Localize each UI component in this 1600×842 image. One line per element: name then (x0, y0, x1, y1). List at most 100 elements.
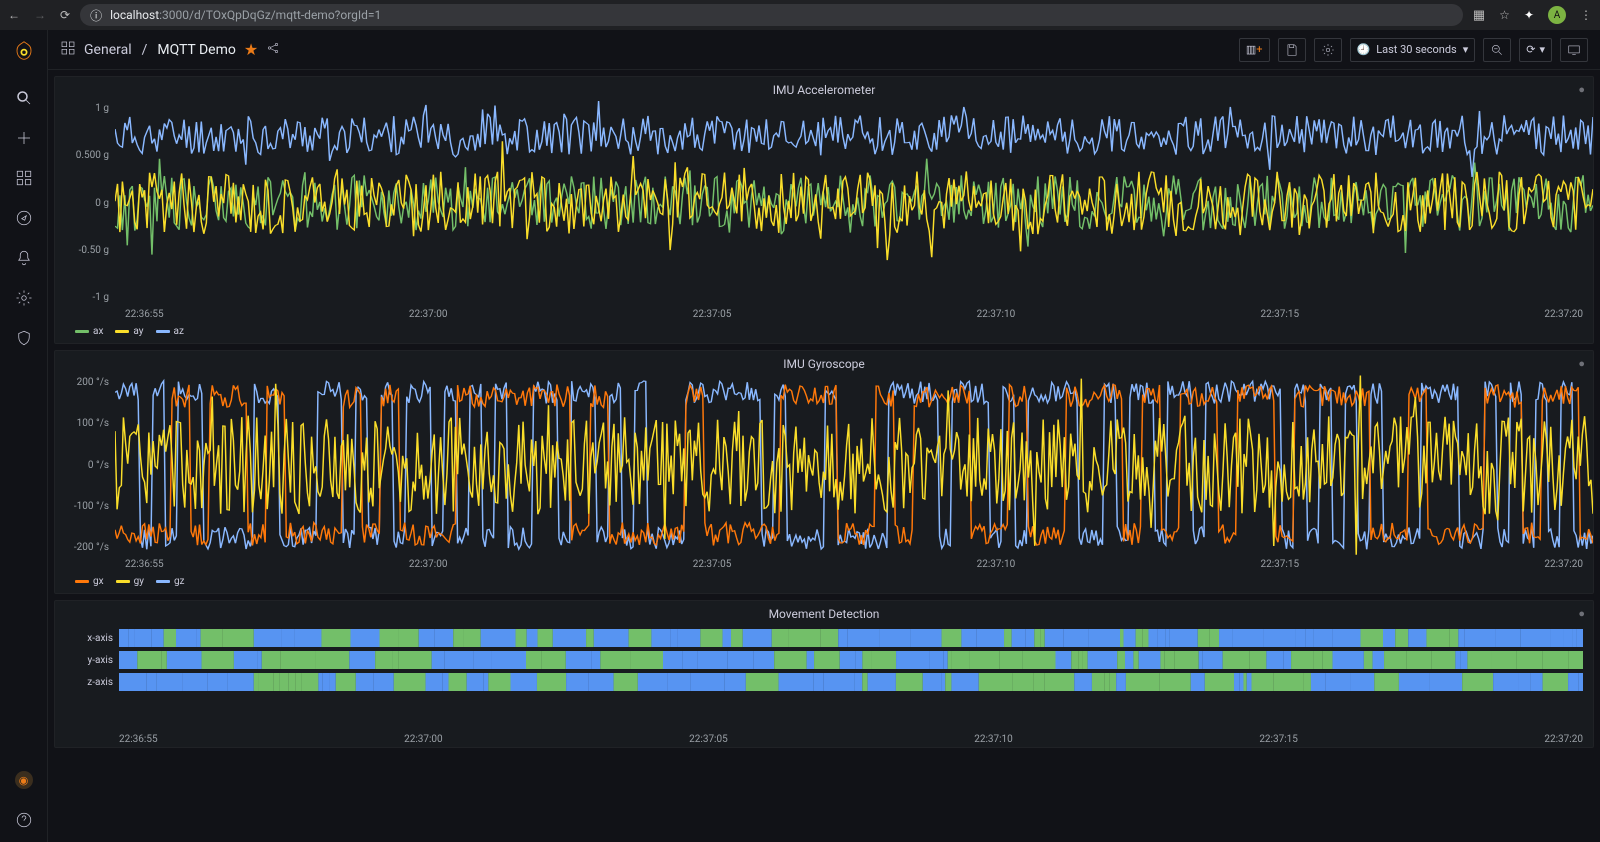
grafana-sidebar: ◉ (0, 30, 48, 842)
y-axis: 200 °/s 100 °/s 0 °/s -100 °/s -200 °/s (55, 373, 115, 557)
zoom-out-button[interactable] (1483, 38, 1511, 62)
xtick: 22:37:15 (1261, 559, 1300, 570)
row-label: y-axis (65, 655, 113, 666)
legend-label: az (174, 326, 184, 337)
state-bar (119, 651, 1583, 669)
panel-menu-icon[interactable]: ● (1578, 607, 1585, 620)
legend-swatch (75, 330, 89, 333)
xtick: 22:37:00 (409, 559, 448, 570)
alerting-icon[interactable] (14, 248, 34, 268)
address-bar[interactable]: ⓘ localhost:3000/d/TOxQpDqGz/mqtt-demo?o… (80, 4, 1463, 26)
xtick: 22:37:20 (1544, 559, 1583, 570)
panel-movement[interactable]: Movement Detection ● x-axis y-axis z-axi… (54, 600, 1594, 748)
dashboard-settings-button[interactable] (1314, 38, 1342, 62)
legend-swatch (156, 330, 170, 333)
time-range-picker[interactable]: 🕘 Last 30 seconds ▾ (1350, 38, 1476, 62)
legend-swatch (75, 580, 89, 583)
extensions-icon[interactable]: ✦ (1524, 8, 1534, 22)
legend-label: gx (93, 576, 104, 587)
state-row: z-axis (65, 673, 1583, 691)
ytick: 0.500 g (76, 150, 109, 161)
forward-icon[interactable]: → (34, 8, 46, 22)
favorite-star-icon[interactable]: ★ (244, 40, 258, 59)
share-icon[interactable] (266, 40, 280, 59)
chevron-down-icon: ▾ (1463, 43, 1469, 56)
help-icon[interactable] (14, 810, 34, 830)
site-info-icon[interactable]: ⓘ (90, 7, 102, 24)
xtick: 22:37:20 (1544, 734, 1583, 745)
legend-swatch (156, 580, 170, 583)
cycle-view-button[interactable] (1560, 38, 1588, 62)
panel-title: IMU Accelerometer (55, 77, 1593, 99)
state-row: x-axis (65, 629, 1583, 647)
legend-label: ay (133, 326, 143, 337)
panel-gyroscope[interactable]: IMU Gyroscope ● 200 °/s 100 °/s 0 °/s -1… (54, 350, 1594, 594)
legend-label: gz (174, 576, 185, 587)
bookmark-star-icon[interactable]: ☆ (1499, 8, 1510, 22)
xtick: 22:36:55 (125, 309, 164, 320)
breadcrumb-sep: / (142, 42, 148, 58)
legend-label: ax (93, 326, 103, 337)
explore-icon[interactable] (14, 208, 34, 228)
dashboards-icon[interactable] (14, 168, 34, 188)
plus-accent-icon: + (1256, 43, 1262, 56)
legend-swatch (116, 580, 130, 583)
xtick: 22:37:00 (404, 734, 443, 745)
plus-icon[interactable] (14, 128, 34, 148)
dashboards-grid-icon[interactable] (60, 40, 76, 60)
legend-label: gy (134, 576, 144, 587)
legend-item[interactable]: gy (116, 576, 144, 587)
x-axis: 22:36:55 22:37:00 22:37:05 22:37:10 22:3… (55, 732, 1593, 747)
xtick: 22:36:55 (125, 559, 164, 570)
reload-icon[interactable]: ⟳ (60, 8, 70, 22)
browser-menu-icon[interactable]: ⋮ (1580, 8, 1592, 22)
url-path: :3000/d/TOxQpDqGz/mqtt-demo?orgId=1 (159, 8, 381, 22)
legend-item[interactable]: az (156, 326, 184, 337)
xtick: 22:37:20 (1544, 309, 1583, 320)
panel-menu-icon[interactable]: ● (1578, 83, 1585, 96)
breadcrumb-root[interactable]: General (84, 42, 132, 58)
ytick: -100 °/s (74, 501, 109, 512)
xtick: 22:37:10 (977, 309, 1016, 320)
dashboard-title[interactable]: MQTT Demo (157, 42, 235, 58)
legend-item[interactable]: gz (156, 576, 185, 587)
xtick: 22:37:00 (409, 309, 448, 320)
save-dashboard-button[interactable] (1278, 38, 1306, 62)
browser-chrome: ← → ⟳ ⓘ localhost:3000/d/TOxQpDqGz/mqtt-… (0, 0, 1600, 30)
qr-icon[interactable]: ▦ (1473, 8, 1485, 23)
clock-icon: 🕘 (1357, 43, 1371, 56)
time-range-label: Last 30 seconds (1376, 43, 1457, 56)
panel-menu-icon[interactable]: ● (1578, 357, 1585, 370)
ytick: 0 g (95, 198, 109, 209)
search-icon[interactable] (14, 88, 34, 108)
chart-plot-area (115, 99, 1593, 307)
legend-item[interactable]: gx (75, 576, 104, 587)
ytick: 1 g (95, 103, 109, 114)
refresh-icon: ⟳ (1526, 43, 1535, 56)
configuration-icon[interactable] (14, 288, 34, 308)
ytick: 0 °/s (88, 460, 109, 471)
legend-item[interactable]: ay (115, 326, 143, 337)
legend-item[interactable]: ax (75, 326, 103, 337)
user-avatar-icon[interactable]: ◉ (14, 770, 34, 790)
refresh-button[interactable]: ⟳▾ (1519, 38, 1552, 62)
add-panel-button[interactable]: ▥+ (1239, 38, 1270, 62)
legend: gx gy gz (55, 572, 1593, 593)
panel-icon: ▥ (1246, 43, 1256, 56)
state-bar (119, 673, 1583, 691)
row-label: x-axis (65, 633, 113, 644)
xtick: 22:37:15 (1259, 734, 1298, 745)
xtick: 22:37:05 (693, 559, 732, 570)
state-row: y-axis (65, 651, 1583, 669)
panel-accelerometer[interactable]: IMU Accelerometer ● 1 g 0.500 g 0 g -0.5… (54, 76, 1594, 344)
ytick: 200 °/s (77, 377, 109, 388)
xtick: 22:37:10 (977, 559, 1016, 570)
profile-avatar[interactable]: A (1548, 6, 1566, 24)
chart-plot-area (115, 373, 1593, 557)
server-admin-icon[interactable] (14, 328, 34, 348)
dashboard-topbar: General / MQTT Demo ★ ▥+ 🕘 Last 30 secon… (48, 30, 1600, 70)
y-axis: 1 g 0.500 g 0 g -0.50 g -1 g (55, 99, 115, 307)
grafana-logo-icon[interactable] (10, 40, 38, 68)
back-icon[interactable]: ← (8, 8, 20, 22)
url-host: localhost (110, 8, 159, 22)
